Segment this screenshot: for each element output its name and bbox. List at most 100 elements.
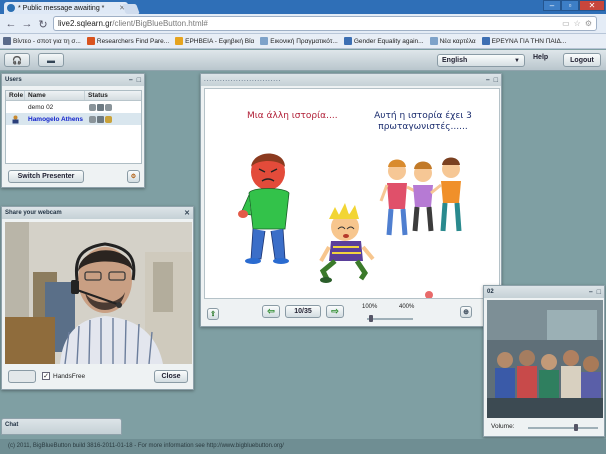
next-slide-button[interactable]: ⇨ [326, 305, 344, 318]
user-name: Hamogelo Athens [28, 115, 84, 123]
bookmark-favicon-icon [260, 37, 269, 45]
column-header-status[interactable]: Status [85, 91, 141, 100]
bookmark-item[interactable]: Gender Equality again... [343, 37, 424, 45]
zoom-slider-thumb[interactable] [369, 315, 374, 322]
chat-title: Chat [5, 422, 19, 428]
monitor-icon[interactable]: ▬ [38, 53, 64, 67]
browser-toolbar: ← → ↻ live2.sqlearn.gr/client/BigBlueBut… [0, 14, 606, 34]
table-row[interactable]: Hamogelo Athens [6, 113, 141, 125]
tab-title: * Public message awaiting * [18, 4, 105, 12]
column-header-role[interactable]: Role [6, 91, 25, 100]
url-path: /client/BigBlueButton.html# [112, 19, 208, 28]
bookmark-label: Βίντεο - σποτ για τη σ... [13, 37, 81, 45]
bookmark-favicon-icon [343, 37, 352, 45]
webcam-status-icon [97, 103, 104, 111]
fit-to-page-icon[interactable]: ⊕ [460, 306, 472, 318]
upload-icon[interactable]: ⇪ [207, 308, 219, 320]
browser-tab[interactable]: * Public message awaiting * ✕ [4, 2, 128, 14]
settings-icon[interactable]: ⚙ [127, 170, 140, 183]
raise-hand-icon [89, 115, 96, 123]
handsfree-checkbox[interactable]: ✓ [42, 372, 50, 380]
volume-slider-thumb[interactable] [574, 424, 579, 431]
bookmark-star-icon[interactable]: ☆ [574, 19, 581, 28]
remote-video-window: 02 – □ Volume: [483, 285, 605, 437]
pointer-dot [425, 291, 433, 298]
previous-slide-button[interactable]: ⇦ [262, 305, 280, 318]
presentation-toolbar: ⇪ ⇦ 10/35 ⇨ 100% 400% ⊕ ⤢ [201, 300, 501, 326]
bigbluebutton-favicon-icon [7, 4, 15, 12]
chat-window-minimized[interactable]: Chat [1, 418, 122, 435]
bookmark-item[interactable]: Researchers Find Pare... [86, 37, 170, 45]
bookmark-label: ΕΡΗΒΕΙΑ - Εφηβική Βία [185, 37, 255, 45]
close-webcam-button[interactable]: Close [154, 370, 188, 383]
logout-button[interactable]: Logout [563, 53, 601, 67]
bookmark-favicon-icon [86, 37, 95, 45]
start-webcam-button[interactable] [8, 370, 36, 383]
bookmark-item[interactable]: Εικονική Πραγματικότ... [260, 37, 338, 45]
app-toolbar: 🎧 ▬ English ▼ Help Logout [0, 50, 606, 71]
new-tab-button[interactable] [122, 4, 140, 14]
handsfree-label: HandsFree [53, 372, 86, 380]
maximize-icon[interactable]: □ [597, 289, 601, 296]
chevron-down-icon: ▼ [514, 57, 520, 64]
remote-video-titlebar[interactable]: 02 – □ [484, 286, 604, 298]
minimize-icon[interactable]: – [486, 77, 490, 84]
minimize-window-icon[interactable]: – [543, 0, 561, 11]
wrench-menu-icon[interactable]: ⚙ [585, 19, 592, 28]
maximize-icon[interactable]: □ [137, 77, 141, 84]
close-icon[interactable]: ✕ [184, 209, 190, 217]
address-bar[interactable]: live2.sqlearn.gr/client/BigBlueButton.ht… [53, 16, 597, 31]
webcam-window: Share your webcam ✕ ✓ HandsFree Close [1, 206, 194, 390]
volume-slider[interactable] [528, 424, 598, 431]
remote-webcam-video [487, 300, 603, 418]
webcam-status-icon [97, 115, 104, 123]
bookmark-item[interactable]: Νέα καρτέλα [429, 37, 476, 45]
maximize-window-icon[interactable]: ▫ [561, 0, 579, 11]
bookmark-label: Εικονική Πραγματικότ... [270, 37, 338, 45]
switch-presenter-button[interactable]: Switch Presenter [8, 170, 84, 183]
page-indicator-button[interactable]: 10/35 [285, 305, 321, 318]
presentation-slide: Μια άλλη ιστορία.... Αυτή η ιστορία έχει… [204, 88, 500, 299]
webcam-window-titlebar[interactable]: Share your webcam ✕ [2, 207, 193, 219]
bookmark-item[interactable]: Βίντεο - σποτ για τη σ... [3, 37, 81, 45]
bookmark-item[interactable]: ΕΡΗΒΕΙΑ - Εφηβική Βία [175, 37, 254, 45]
webcam-window-title: Share your webcam [5, 210, 62, 216]
bookmark-favicon-icon [3, 37, 11, 45]
minimize-icon[interactable]: – [129, 77, 133, 84]
browser-tab-strip: * Public message awaiting * ✕ – ▫ ✕ [0, 0, 606, 14]
footer-credits: (c) 2011, BigBlueButton build 3816-2011-… [0, 439, 606, 454]
column-header-name[interactable]: Name [25, 91, 85, 100]
users-window-titlebar[interactable]: Users – □ [2, 74, 144, 86]
close-window-icon[interactable]: ✕ [579, 0, 605, 11]
slide-illustration [238, 153, 462, 298]
zoom-min-label: 100% [362, 304, 378, 310]
bookmarks-bar: Βίντεο - σποτ για τη σ... Researchers Fin… [0, 34, 606, 49]
microphone-status-icon [105, 115, 112, 123]
bookmark-item[interactable]: ΕΡΕΥΝΑ ΓΙΑ ΤΗΝ ΠΑΙΔ... [481, 37, 567, 45]
bookmark-label: Gender Equality again... [353, 37, 424, 45]
forward-icon[interactable]: → [20, 17, 34, 31]
language-select[interactable]: English ▼ [437, 54, 525, 67]
bookmark-label: ΕΡΕΥΝΑ ΓΙΑ ΤΗΝ ΠΑΙΔ... [491, 37, 567, 45]
maximize-icon[interactable]: □ [494, 77, 498, 84]
users-window: Users – □ Role Name Status demo 02 Hamoge… [1, 73, 145, 188]
presentation-window-titlebar[interactable]: ............................. – □ [201, 74, 501, 86]
table-row[interactable]: demo 02 [6, 101, 141, 113]
user-name: demo 02 [28, 103, 54, 111]
page-action-icon[interactable]: ▭ [562, 19, 570, 28]
language-value: English [442, 57, 468, 64]
zoom-slider[interactable] [367, 315, 413, 322]
handsfree-option: ✓ HandsFree [42, 372, 85, 380]
reload-icon[interactable]: ↻ [36, 17, 50, 31]
angry-boy-figure [238, 153, 290, 264]
users-window-title: Users [5, 77, 22, 83]
headset-icon[interactable]: 🎧 [4, 53, 30, 67]
users-table: Role Name Status demo 02 Hamogelo Athens [5, 90, 142, 164]
bookmark-label: Researchers Find Pare... [96, 37, 170, 45]
help-button[interactable]: Help [533, 54, 548, 61]
presentation-title-dots: ............................. [204, 77, 282, 83]
minimize-icon[interactable]: – [589, 289, 593, 296]
local-webcam-video [5, 222, 192, 364]
bookmark-favicon-icon [481, 37, 490, 45]
back-icon[interactable]: ← [4, 17, 18, 31]
